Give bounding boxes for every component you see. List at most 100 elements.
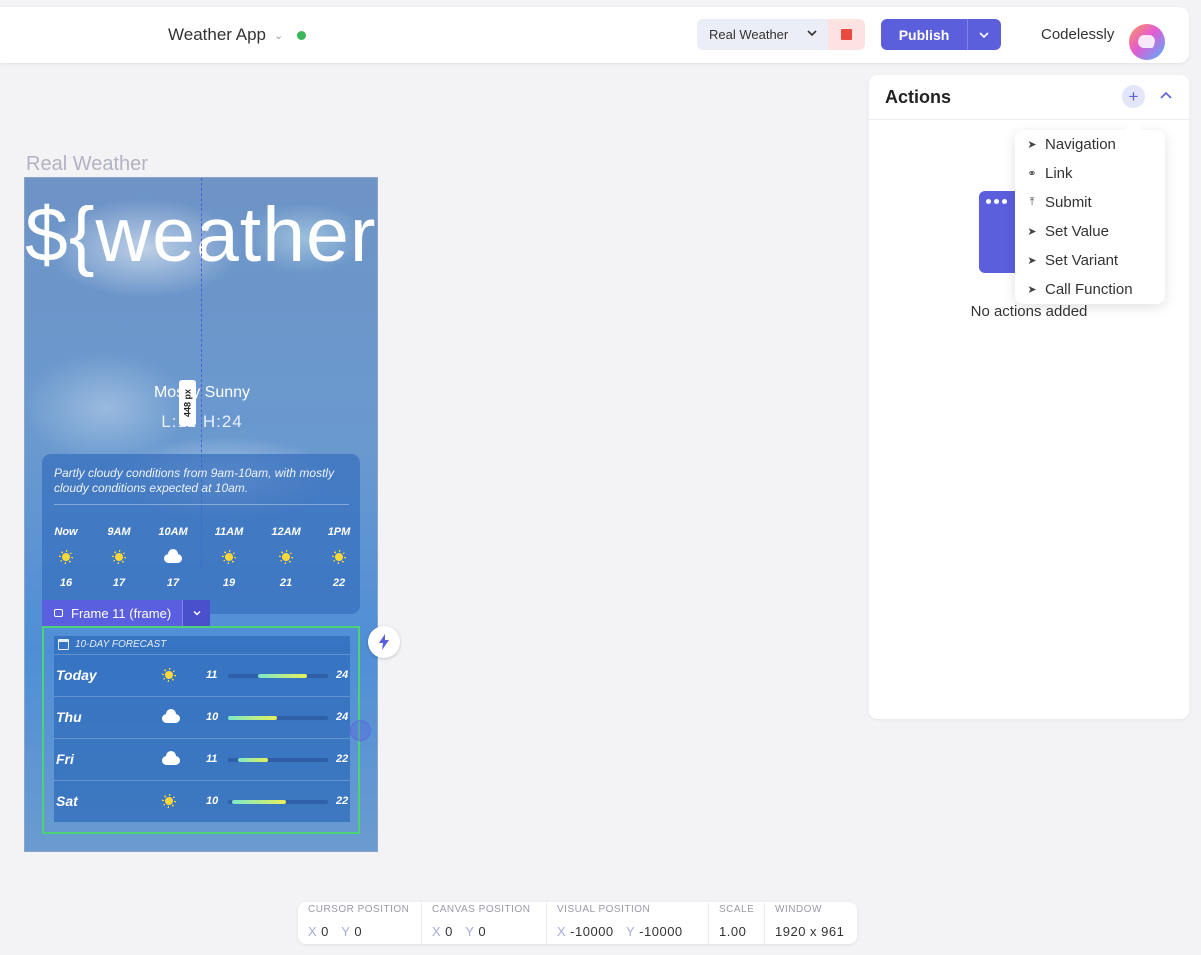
project-name: Weather App xyxy=(168,25,266,44)
measure-label: 448 px xyxy=(179,380,196,426)
temp-range-fill xyxy=(228,716,277,720)
hour-item: Now 16 xyxy=(48,526,84,589)
project-selector[interactable]: Weather App ⌄ xyxy=(168,25,307,45)
forecast-low: 11 xyxy=(206,753,218,765)
hour-temp: 22 xyxy=(332,577,346,589)
menu-item-set-value[interactable]: ➤ Set Value xyxy=(1025,217,1160,246)
temp-range-fill xyxy=(258,674,307,678)
stat-value: X0 Y0 xyxy=(432,924,487,939)
layout-select[interactable]: Real Weather xyxy=(697,19,828,50)
hour-item: 1PM 22 xyxy=(321,526,357,589)
sun-icon xyxy=(332,550,346,564)
hour-item: 9AM 17 xyxy=(101,526,137,589)
actions-title: Actions xyxy=(885,87,952,107)
forecast-row[interactable]: Thu 10 24 xyxy=(54,696,350,738)
add-action-button[interactable]: + xyxy=(1122,85,1145,108)
user-name[interactable]: Codelessly xyxy=(1041,26,1114,43)
cloud-icon xyxy=(162,751,180,765)
stat-label: CANVAS POSITION xyxy=(432,904,531,915)
forecast-row[interactable]: Today 11 24 xyxy=(54,654,350,696)
hour-temp: 19 xyxy=(222,577,236,589)
hour-temp: 21 xyxy=(279,577,293,589)
menu-item-label: Submit xyxy=(1045,194,1092,211)
chevron-down-icon: ⌄ xyxy=(273,29,284,42)
forecast-day: Fri xyxy=(56,751,74,767)
send-icon: ➤ xyxy=(1027,284,1037,296)
top-bar: Weather App ⌄ Real Weather Publish Codel… xyxy=(0,7,1189,63)
menu-item-label: Link xyxy=(1045,165,1073,182)
chevron-up-icon[interactable] xyxy=(1159,89,1173,103)
forecast-low: 11 xyxy=(206,669,218,681)
menu-item-link[interactable]: ⚭ Link xyxy=(1025,159,1160,188)
cloud-icon xyxy=(164,549,182,563)
temp-range-track xyxy=(228,716,328,720)
logo-icon xyxy=(1136,35,1157,48)
plus-icon: + xyxy=(1128,86,1139,106)
menu-item-call-function[interactable]: ➤ Call Function xyxy=(1025,275,1160,304)
forecast-high: 22 xyxy=(336,795,349,807)
forecast-high: 24 xyxy=(336,669,349,681)
frame-selection-badge[interactable]: Frame 11 (frame) xyxy=(42,600,210,626)
frame-badge-dropdown[interactable] xyxy=(182,600,210,626)
hour-temp: 17 xyxy=(166,577,180,589)
publish-button[interactable]: Publish xyxy=(881,19,967,50)
forecast-day: Thu xyxy=(56,709,82,725)
hour-temp: 17 xyxy=(112,577,126,589)
layout-select-value: Real Weather xyxy=(709,27,789,42)
sun-icon xyxy=(162,794,176,808)
hourly-card[interactable]: Partly cloudy conditions from 9am-10am, … xyxy=(42,454,360,614)
chevron-down-icon xyxy=(979,32,989,39)
send-icon: ➤ xyxy=(1027,226,1037,238)
forecast-header: 10-DAY FORECAST xyxy=(58,639,166,650)
empty-state-text: No actions added xyxy=(970,303,1088,320)
temp-range-track xyxy=(228,758,328,762)
hour-item: 12AM 21 xyxy=(268,526,304,589)
frame-label[interactable]: Real Weather xyxy=(26,153,148,176)
hour-time: 11AM xyxy=(214,526,244,538)
status-dot xyxy=(297,30,307,40)
send-icon: ➤ xyxy=(1027,139,1037,151)
sun-icon xyxy=(59,550,73,564)
forecast-row[interactable]: Sat 10 22 xyxy=(54,780,350,822)
send-icon: ➤ xyxy=(1027,255,1037,267)
forecast-high: 24 xyxy=(336,711,349,723)
menu-item-submit[interactable]: ⤒ Submit xyxy=(1025,188,1160,217)
stat-value: 1.00 xyxy=(719,924,747,939)
visual-position: VISUAL POSITION X -10000 Y -10000 xyxy=(547,902,709,944)
menu-item-label: Set Value xyxy=(1045,223,1109,240)
avatar[interactable] xyxy=(1129,24,1165,60)
publish-dropdown-button[interactable] xyxy=(967,19,1001,50)
menu-item-navigation[interactable]: ➤ Navigation xyxy=(1025,130,1160,159)
forecast-low: 10 xyxy=(206,795,219,807)
frame-badge-text: Frame 11 (frame) xyxy=(71,605,172,621)
sun-icon xyxy=(279,550,293,564)
forecast-row[interactable]: Fri 11 22 xyxy=(54,738,350,780)
status-bar: CURSOR POSITION X0 Y0 CANVAS POSITION X0… xyxy=(298,902,857,944)
hour-time: 1PM xyxy=(327,526,351,538)
scale: SCALE 1.00 xyxy=(709,902,765,944)
add-action-bolt-button[interactable] xyxy=(368,626,400,658)
menu-item-label: Set Variant xyxy=(1045,252,1119,269)
stop-button[interactable] xyxy=(828,19,865,50)
resize-handle[interactable] xyxy=(350,720,371,741)
hour-time: 10AM xyxy=(158,526,188,538)
menu-item-set-variant[interactable]: ➤ Set Variant xyxy=(1025,246,1160,275)
stat-label: VISUAL POSITION xyxy=(557,904,651,915)
hour-time: 12AM xyxy=(271,526,301,538)
cursor-position: CURSOR POSITION X0 Y0 xyxy=(298,902,422,944)
phone-frame[interactable]: ${weather.temp} Mostly Sunny L:11 H:24 4… xyxy=(24,177,378,852)
forecast-low: 10 xyxy=(206,711,219,723)
sun-icon xyxy=(112,550,126,564)
stop-icon xyxy=(841,29,852,40)
forecast-summary: Partly cloudy conditions from 9am-10am, … xyxy=(54,466,349,505)
frame-badge-label[interactable]: Frame 11 (frame) xyxy=(42,600,182,626)
forecast-card[interactable]: 10-DAY FORECAST Today 11 24 Thu 10 24 Fr… xyxy=(54,636,350,822)
temp-range-track xyxy=(228,674,328,678)
forecast-title: 10-DAY FORECAST xyxy=(75,639,167,650)
forecast-frame-selected[interactable]: 10-DAY FORECAST Today 11 24 Thu 10 24 Fr… xyxy=(42,626,360,834)
hour-temp: 16 xyxy=(59,577,73,589)
sun-icon xyxy=(222,550,236,564)
canvas-position: CANVAS POSITION X0 Y0 xyxy=(422,902,547,944)
temp-range-track xyxy=(228,800,328,804)
cloud-icon xyxy=(162,709,180,723)
